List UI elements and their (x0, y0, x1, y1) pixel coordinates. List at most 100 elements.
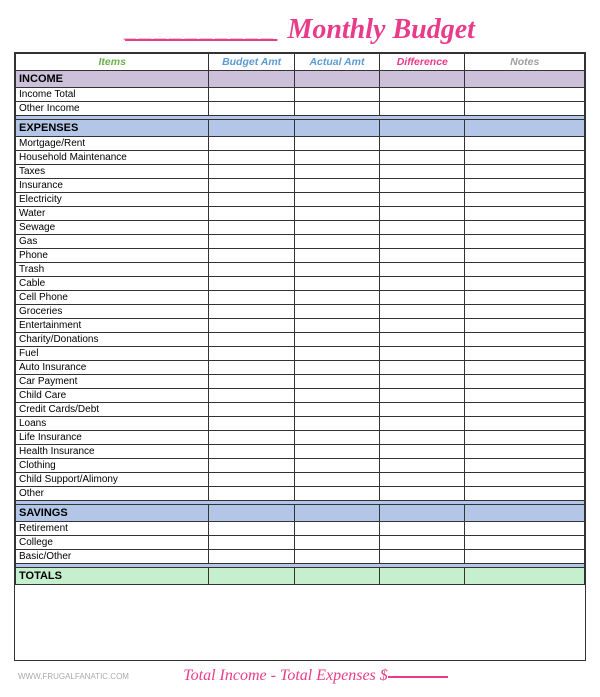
empty-cell (380, 459, 465, 473)
empty-cell (294, 120, 379, 137)
row-label: Basic/Other (16, 550, 209, 564)
empty-cell (209, 165, 294, 179)
empty-cell (465, 536, 585, 550)
column-headers: Items Budget Amt Actual Amt Difference N… (16, 54, 585, 71)
empty-cell (294, 459, 379, 473)
row-label: Sewage (16, 221, 209, 235)
empty-cell (380, 120, 465, 137)
empty-cell (209, 277, 294, 291)
empty-cell (465, 102, 585, 116)
header-decoration: __________ (125, 17, 277, 43)
col-notes-header: Notes (465, 54, 585, 71)
empty-cell (380, 193, 465, 207)
empty-cell (209, 550, 294, 564)
empty-cell (465, 487, 585, 501)
empty-cell (294, 193, 379, 207)
row-label: Household Maintenance (16, 151, 209, 165)
table-row: Auto Insurance (16, 361, 585, 375)
empty-cell (294, 291, 379, 305)
empty-cell (294, 249, 379, 263)
empty-cell (209, 375, 294, 389)
table-row: Car Payment (16, 375, 585, 389)
empty-cell (294, 487, 379, 501)
empty-cell (209, 249, 294, 263)
table-row: Life Insurance (16, 431, 585, 445)
empty-cell (294, 165, 379, 179)
empty-cell (465, 88, 585, 102)
empty-cell (209, 473, 294, 487)
budget-table-wrap: Items Budget Amt Actual Amt Difference N… (14, 52, 586, 661)
empty-cell (465, 193, 585, 207)
row-label: Other (16, 487, 209, 501)
empty-cell (465, 473, 585, 487)
totals-label: TOTALS (16, 568, 209, 585)
empty-cell (465, 568, 585, 585)
empty-cell (209, 389, 294, 403)
empty-cell (380, 473, 465, 487)
empty-cell (209, 102, 294, 116)
row-label: Health Insurance (16, 445, 209, 459)
table-row: Child Care (16, 389, 585, 403)
table-row: Loans (16, 417, 585, 431)
empty-cell (380, 249, 465, 263)
empty-cell (465, 235, 585, 249)
empty-cell (294, 319, 379, 333)
empty-cell (380, 263, 465, 277)
table-row: Basic/Other (16, 550, 585, 564)
row-label: Entertainment (16, 319, 209, 333)
table-row: Trash (16, 263, 585, 277)
empty-cell (209, 319, 294, 333)
empty-cell (465, 71, 585, 88)
empty-cell (465, 263, 585, 277)
empty-cell (294, 235, 379, 249)
table-row: Household Maintenance (16, 151, 585, 165)
empty-cell (209, 347, 294, 361)
empty-cell (465, 165, 585, 179)
table-row: Other Income (16, 102, 585, 116)
row-label: Income Total (16, 88, 209, 102)
empty-cell (380, 389, 465, 403)
section-label: SAVINGS (16, 505, 209, 522)
empty-cell (294, 389, 379, 403)
table-row: Income Total (16, 88, 585, 102)
empty-cell (465, 151, 585, 165)
table-row: Groceries (16, 305, 585, 319)
footer: WWW.FRUGALFANATIC.COM Total Income - Tot… (14, 661, 586, 689)
empty-cell (294, 305, 379, 319)
empty-cell (465, 522, 585, 536)
row-label: Electricity (16, 193, 209, 207)
row-label: Mortgage/Rent (16, 137, 209, 151)
empty-cell (294, 71, 379, 88)
empty-cell (380, 347, 465, 361)
row-label: Cable (16, 277, 209, 291)
empty-cell (294, 137, 379, 151)
empty-cell (380, 550, 465, 564)
empty-cell (209, 361, 294, 375)
empty-cell (294, 417, 379, 431)
table-row: Cell Phone (16, 291, 585, 305)
empty-cell (380, 221, 465, 235)
row-label: Fuel (16, 347, 209, 361)
empty-cell (294, 277, 379, 291)
row-label: Other Income (16, 102, 209, 116)
empty-cell (380, 88, 465, 102)
empty-cell (465, 550, 585, 564)
empty-cell (380, 361, 465, 375)
empty-cell (465, 207, 585, 221)
empty-cell (465, 347, 585, 361)
empty-cell (380, 375, 465, 389)
section-header: INCOME (16, 71, 585, 88)
empty-cell (380, 277, 465, 291)
row-label: Phone (16, 249, 209, 263)
empty-cell (465, 375, 585, 389)
empty-cell (294, 207, 379, 221)
empty-cell (380, 522, 465, 536)
empty-cell (465, 319, 585, 333)
totals-row: TOTALS (16, 568, 585, 585)
row-label: Clothing (16, 459, 209, 473)
empty-cell (209, 445, 294, 459)
row-label: Life Insurance (16, 431, 209, 445)
empty-cell (209, 487, 294, 501)
footer-url: WWW.FRUGALFANATIC.COM (18, 672, 129, 681)
page: __________ Monthly Budget Items Budget A… (0, 0, 600, 697)
